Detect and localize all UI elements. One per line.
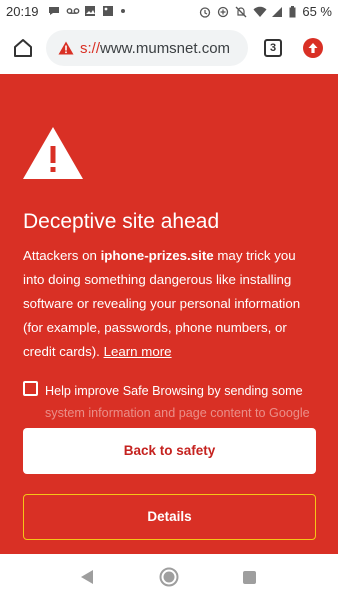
back-icon[interactable] [80, 569, 94, 590]
safe-browsing-checkbox[interactable] [23, 381, 38, 396]
url-text: s://www.mumsnet.com [80, 40, 230, 57]
voicemail-icon [66, 5, 80, 17]
url-scheme: s:// [80, 40, 101, 57]
site-name: iphone-prizes.site [100, 248, 214, 263]
body-suffix: may trick you into doing something dange… [23, 248, 301, 359]
url-host: www.mumsnet.com [100, 40, 231, 57]
details-button[interactable]: Details [23, 494, 316, 540]
mute-icon [235, 6, 247, 18]
back-to-safety-button[interactable]: Back to safety [23, 428, 316, 474]
browser-toolbar: s://www.mumsnet.com 3 [0, 24, 338, 74]
learn-more-link[interactable]: Learn more [104, 344, 172, 359]
wifi-icon [253, 6, 267, 18]
dangerous-site-icon[interactable] [58, 41, 74, 55]
battery-percent: 65 % [302, 4, 332, 19]
warning-description: Attackers on iphone-prizes.site may tric… [23, 244, 319, 364]
notification-icons [48, 5, 126, 17]
update-menu-button[interactable] [303, 38, 323, 58]
warning-triangle-icon [22, 126, 84, 180]
checkbox-label-text: Help improve Safe Browsing by sending so… [45, 384, 303, 398]
data-saver-icon [217, 6, 229, 18]
signal-icon [271, 6, 283, 18]
system-icons: 65 % [199, 4, 332, 19]
recents-icon[interactable] [243, 571, 256, 584]
checkbox-label: Help improve Safe Browsing by sending so… [45, 380, 325, 424]
status-bar: 20:19 65 % [0, 0, 338, 24]
image-icon [102, 5, 114, 17]
battery-icon [289, 5, 296, 18]
alarm-icon [199, 6, 211, 18]
home-icon[interactable] [12, 37, 34, 59]
body-prefix: Attackers on [23, 248, 101, 263]
system-nav-bar [0, 554, 338, 600]
messenger-icon [48, 5, 60, 17]
checkbox-label-faded: system information and page content to G… [45, 406, 310, 420]
page-title: Deceptive site ahead [23, 210, 220, 233]
nav-home-icon[interactable] [159, 567, 179, 587]
photo-icon [84, 5, 96, 17]
omnibox[interactable]: s://www.mumsnet.com [46, 30, 248, 66]
status-time: 20:19 [6, 4, 39, 19]
dot-icon [120, 5, 126, 17]
safe-browsing-interstitial: Deceptive site ahead Attackers on iphone… [0, 74, 338, 554]
tab-switcher-button[interactable]: 3 [264, 39, 282, 57]
